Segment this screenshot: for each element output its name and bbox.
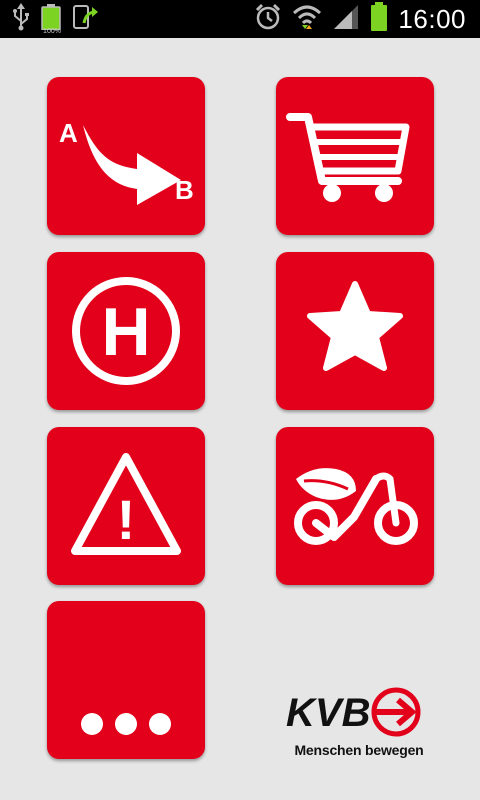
status-bar-system: 16:00 [254, 1, 466, 37]
status-bar-notifications: 100% [12, 2, 98, 36]
more-dots-icon [81, 713, 171, 735]
battery-icon [370, 1, 388, 37]
bike-sharing-icon [294, 468, 418, 545]
alarm-icon [254, 3, 282, 36]
favorites-tile[interactable] [276, 252, 434, 410]
star-icon [307, 281, 403, 371]
alerts-tile[interactable]: ! [47, 427, 205, 585]
signal-icon [332, 3, 360, 36]
bike-sharing-tile[interactable] [276, 427, 434, 585]
battery-full-icon: 100% [40, 4, 62, 35]
route-planner-tile[interactable]: A B [47, 77, 205, 235]
stop-h-label: H [101, 294, 150, 370]
battery-percent-label: 100% [43, 28, 61, 35]
bus-stop-h-icon: H [72, 277, 180, 385]
wifi-icon [292, 3, 322, 36]
sync-icon [72, 3, 98, 36]
status-bar: 100% 16:00 [0, 0, 480, 38]
shopping-cart-icon [286, 113, 410, 202]
clock: 16:00 [398, 3, 466, 34]
kvb-logo: KVB Menschen bewegen [284, 680, 444, 770]
warning-mark-label: ! [117, 488, 136, 551]
brand-wordmark: KVB [286, 691, 370, 735]
more-tile[interactable] [47, 601, 205, 759]
stops-tile[interactable]: H [47, 252, 205, 410]
brand-tagline: Menschen bewegen [294, 742, 424, 758]
kvb-brand-mark: KVB [286, 687, 421, 737]
ticket-shop-tile[interactable] [276, 77, 434, 235]
route-a-to-b-icon: A B [59, 118, 194, 205]
warning-icon: ! [71, 453, 181, 555]
usb-icon [12, 2, 30, 36]
route-end-label: B [175, 175, 194, 205]
route-start-label: A [59, 118, 78, 148]
